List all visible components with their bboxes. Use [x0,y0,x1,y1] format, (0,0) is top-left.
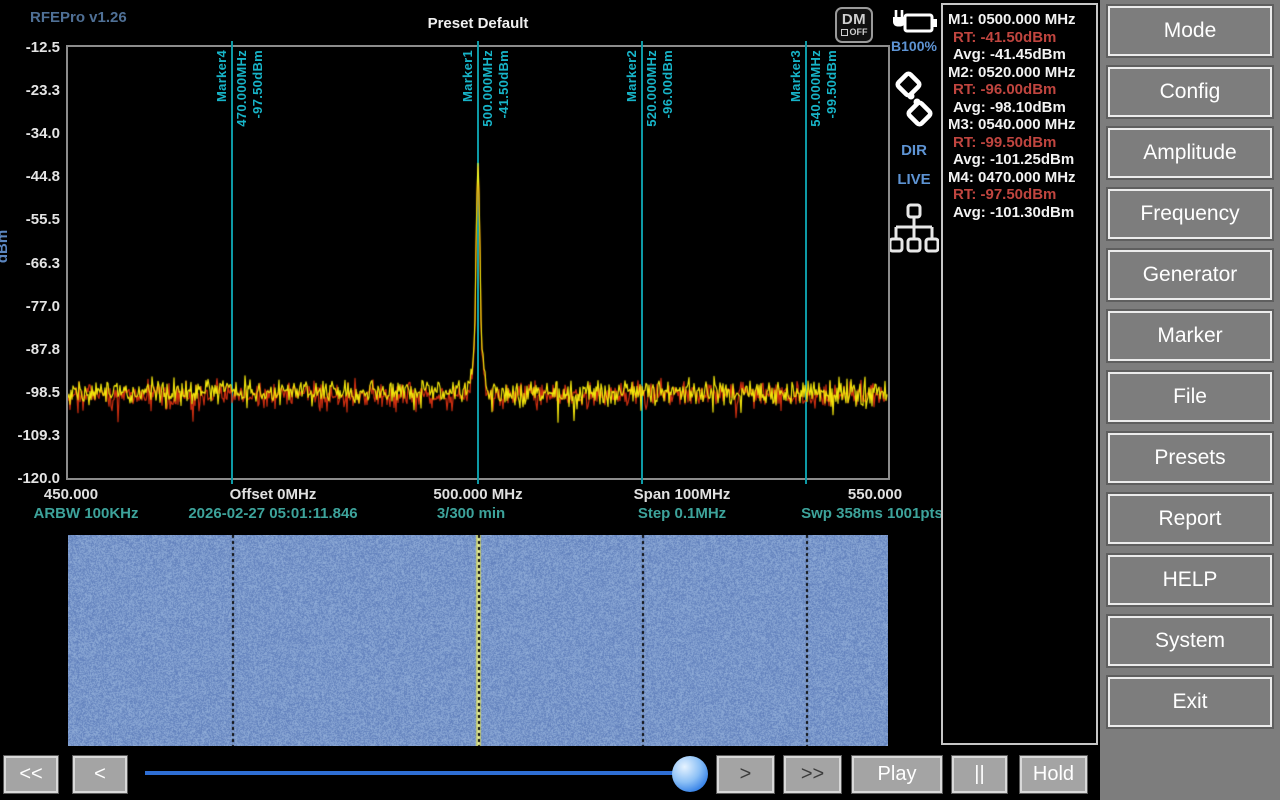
network-tree-icon[interactable] [889,203,939,257]
spectrum-trace-canvas[interactable] [68,47,888,478]
x-axis-span: Span 100MHz [633,486,731,503]
dm-state-label: OFF [849,27,868,37]
timeline-slider-track[interactable] [145,771,691,775]
y-tick: -66.3 [25,254,60,272]
y-tick: -44.8 [25,168,60,186]
menu-button-exit[interactable]: Exit [1108,677,1272,727]
menu-button-config[interactable]: Config [1108,67,1272,117]
battery-plug-icon [893,10,937,33]
battery-level-label: B100% [891,38,937,54]
link-broken-icon [895,71,933,127]
pause-button[interactable]: || [952,756,1007,793]
x-axis-stop-freq: 550.000 [847,486,903,503]
marker-dbm-label: -99.50dBm [824,50,839,119]
marker-freq-label: 470.000MHz [234,50,249,127]
step-back-button[interactable]: < [73,756,127,793]
marker-readout-avg: Avg: -41.45dBm [953,46,1066,63]
status-elapsed: 3/300 min [436,505,506,522]
menu-button-frequency[interactable]: Frequency [1108,189,1272,239]
y-tick: -23.3 [25,82,60,100]
dm-checkbox-icon [840,28,848,36]
marker-readout-title: M4: 0470.000 MHz [948,168,1076,186]
status-sweep: Swp 358ms 1001pts [801,505,943,522]
app-window: RFEPro v1.26 Preset Default DM OFF B100%… [0,0,1280,800]
step-forward-button[interactable]: > [717,756,774,793]
marker-freq-label: 540.000MHz [808,50,823,127]
marker-readout-avg: Avg: -101.30dBm [953,203,1075,221]
x-axis-start-freq: 450.000 [43,486,99,503]
rewind-button[interactable]: << [4,756,58,793]
marker-name-label: Marker4 [214,50,229,102]
menu-button-marker[interactable]: Marker [1108,311,1272,361]
live-status-label: LIVE [897,171,931,188]
status-step: Step 0.1MHz [637,505,727,522]
marker-freq-label: 500.000MHz [480,50,495,127]
app-title: RFEPro v1.26 [30,9,127,26]
y-tick: -12.5 [25,39,60,56]
preset-title: Preset Default [427,15,529,32]
marker-readout-rt: RT: -97.50dBm [953,186,1057,203]
menu-button-report[interactable]: Report [1108,494,1272,544]
dm-toggle-button[interactable]: DM OFF [835,7,873,43]
play-button[interactable]: Play [852,756,942,793]
marker-dbm-label: -96.00dBm [660,50,675,119]
marker-readout-title: M1: 0500.000 MHz [948,11,1076,28]
marker-name-label: Marker3 [788,50,803,102]
marker-dbm-label: -41.50dBm [496,50,511,119]
waterfall-display[interactable] [68,535,888,746]
marker-readout-rt: RT: -41.50dBm [953,28,1057,46]
dm-label: DM [841,11,867,28]
y-tick: -34.0 [25,125,60,143]
timeline-slider-thumb[interactable] [672,756,708,792]
y-tick: -109.3 [17,426,60,444]
marker-readout-rt: RT: -99.50dBm [953,133,1057,151]
menu-button-help[interactable]: HELP [1108,555,1272,605]
marker-readout-rt: RT: -96.00dBm [953,81,1057,98]
x-axis-center-freq: 500.000 MHz [433,486,523,503]
marker-readout-avg: Avg: -101.25dBm [953,151,1075,168]
marker-readout-title: M3: 0540.000 MHz [948,116,1076,133]
menu-button-generator[interactable]: Generator [1108,250,1272,300]
x-axis-offset: Offset 0MHz [229,486,317,503]
y-tick: -55.5 [25,211,60,229]
hold-button[interactable]: Hold [1020,756,1087,793]
marker-name-label: Marker1 [460,50,475,102]
spectrum-plot: Marker1 500.000MHz -41.50dBm Marker2 520… [66,41,890,484]
marker-readout-title: M2: 0520.000 MHz [948,63,1076,81]
menu-button-amplitude[interactable]: Amplitude [1108,128,1272,178]
y-tick: -98.5 [25,383,60,401]
status-rbw: ARBW 100KHz [33,505,139,522]
y-tick: -77.0 [25,297,60,315]
menu-button-mode[interactable]: Mode [1108,6,1272,56]
menu-button-file[interactable]: File [1108,372,1272,422]
marker-dbm-label: -97.50dBm [250,50,265,119]
menu-button-presets[interactable]: Presets [1108,433,1272,483]
marker-readout-avg: Avg: -98.10dBm [953,98,1066,116]
menu-sidebar: Mode Config Amplitude Frequency Generato… [1100,0,1280,800]
y-tick: -120.0 [17,470,60,487]
marker-readout-panel: M1: 0500.000 MHz RT: -41.50dBm Avg: -41.… [941,3,1098,745]
menu-button-system[interactable]: System [1108,616,1272,666]
y-tick: -87.8 [25,340,60,358]
marker-name-label: Marker2 [624,50,639,102]
marker-freq-label: 520.000MHz [644,50,659,127]
fast-forward-button[interactable]: >> [784,756,841,793]
dir-status-label: DIR [901,142,927,159]
status-timestamp: 2026-02-27 05:01:11.846 [188,505,358,522]
